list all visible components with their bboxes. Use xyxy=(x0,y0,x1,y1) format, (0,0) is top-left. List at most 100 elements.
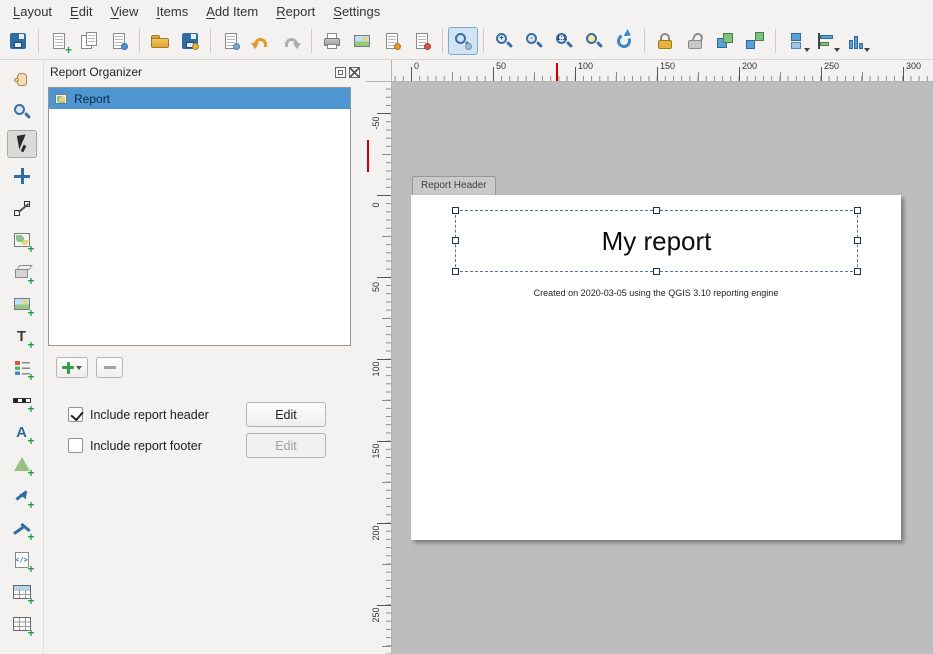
report-settings-icon xyxy=(220,30,242,52)
include-header-checkbox[interactable] xyxy=(68,407,83,422)
zoom-tool-icon xyxy=(11,101,33,123)
selection-handle[interactable] xyxy=(854,268,861,275)
menu-report[interactable]: Report xyxy=(267,1,324,22)
refresh-view-button[interactable] xyxy=(609,27,639,55)
save-project-button[interactable] xyxy=(3,27,33,55)
report-header-tab: Report Header xyxy=(412,176,496,195)
add-label-icon: T+ xyxy=(11,325,33,347)
lock-selected-items-button[interactable] xyxy=(650,27,680,55)
selection-handle[interactable] xyxy=(452,268,459,275)
add-html-button[interactable]: </>+ xyxy=(7,546,37,574)
raise-selected-items-button[interactable] xyxy=(781,27,811,55)
load-from-template-button[interactable] xyxy=(145,27,175,55)
unlock-all-items-button[interactable] xyxy=(680,27,710,55)
redo-button[interactable] xyxy=(276,27,306,55)
move-content-tool-button[interactable] xyxy=(7,162,37,190)
menu-add-item[interactable]: Add Item xyxy=(197,1,267,22)
title-textbox[interactable]: My report xyxy=(455,210,858,272)
align-selected-items-button[interactable] xyxy=(811,27,841,55)
save-as-template-button[interactable] xyxy=(175,27,205,55)
ruler-label: 200 xyxy=(742,61,757,71)
duplicate-report-icon xyxy=(78,30,100,52)
toolbar-separator xyxy=(442,29,443,53)
report-page[interactable]: My report Created on 2020-03-05 using th… xyxy=(411,195,901,540)
ruler-tick xyxy=(903,67,904,81)
ruler-label: 0 xyxy=(368,196,384,214)
add-arrow-button[interactable]: + xyxy=(7,482,37,510)
add-legend-button[interactable]: + xyxy=(7,354,37,382)
group-items-button[interactable] xyxy=(710,27,740,55)
selection-handle[interactable] xyxy=(452,237,459,244)
dropdown-arrow-icon xyxy=(864,48,870,52)
ruler-label: 50 xyxy=(368,278,384,296)
zoom-in-button[interactable]: + xyxy=(489,27,519,55)
add-3d-map-button[interactable]: + xyxy=(7,258,37,286)
tree-item-report[interactable]: Report xyxy=(49,88,350,109)
print-icon xyxy=(321,30,343,52)
menu-edit[interactable]: Edit xyxy=(61,1,101,22)
toolbar-separator xyxy=(311,29,312,53)
add-attribute-table-button[interactable]: + xyxy=(7,578,37,606)
select-move-item-tool-button[interactable] xyxy=(7,130,37,158)
item-toolbar: + + + T+ + + A+ + + + </>+ + + xyxy=(0,60,44,654)
report-settings-button[interactable] xyxy=(216,27,246,55)
undo-button[interactable] xyxy=(246,27,276,55)
ruler-tick xyxy=(493,67,494,81)
selection-handle[interactable] xyxy=(653,268,660,275)
add-shape-button[interactable]: + xyxy=(7,450,37,478)
export-as-svg-button[interactable] xyxy=(377,27,407,55)
include-footer-checkbox[interactable] xyxy=(68,438,83,453)
dropdown-arrow-icon xyxy=(76,366,82,370)
add-map-icon: + xyxy=(11,229,33,251)
pan-tool-button[interactable] xyxy=(7,66,37,94)
print-button[interactable] xyxy=(317,27,347,55)
panel-close-icon[interactable] xyxy=(349,67,360,78)
zoom-tool-button[interactable] xyxy=(7,98,37,126)
edit-footer-button[interactable]: Edit xyxy=(246,433,326,458)
add-section-button[interactable] xyxy=(56,357,88,378)
menu-layout[interactable]: Layout xyxy=(4,1,61,22)
zoom-actual-icon: 1:1 xyxy=(553,30,575,52)
menu-view[interactable]: View xyxy=(101,1,147,22)
new-report-button[interactable]: + xyxy=(44,27,74,55)
refresh-view-icon xyxy=(613,30,635,52)
load-from-template-icon xyxy=(149,30,171,52)
edit-header-button[interactable]: Edit xyxy=(246,402,326,427)
ungroup-items-button[interactable] xyxy=(740,27,770,55)
report-subtitle-text: Created on 2020-03-05 using the QGIS 3.1… xyxy=(411,288,901,298)
report-manager-button[interactable] xyxy=(104,27,134,55)
export-as-image-button[interactable] xyxy=(347,27,377,55)
panel-float-icon[interactable] xyxy=(335,67,346,78)
menu-items[interactable]: Items xyxy=(147,1,197,22)
selection-handle[interactable] xyxy=(854,237,861,244)
zoom-out-button[interactable]: - xyxy=(519,27,549,55)
dropdown-arrow-icon xyxy=(804,48,810,52)
ruler-label: 200 xyxy=(368,524,384,542)
zoom-to-region-button[interactable] xyxy=(448,27,478,55)
distribute-selected-items-button[interactable] xyxy=(841,27,871,55)
export-as-pdf-button[interactable] xyxy=(407,27,437,55)
selection-handle[interactable] xyxy=(452,207,459,214)
remove-section-button[interactable] xyxy=(96,357,123,378)
zoom-actual-button[interactable]: 1:1 xyxy=(549,27,579,55)
add-picture-icon: + xyxy=(11,293,33,315)
tree-item-label: Report xyxy=(74,92,110,106)
duplicate-report-button[interactable] xyxy=(74,27,104,55)
add-node-item-button[interactable]: + xyxy=(7,514,37,542)
add-scalebar-button[interactable]: + xyxy=(7,386,37,414)
menubar: LayoutEditViewItemsAdd ItemReportSetting… xyxy=(0,0,933,23)
ruler-label: 300 xyxy=(906,61,921,71)
redo-icon xyxy=(280,30,302,52)
add-map-button[interactable]: + xyxy=(7,226,37,254)
selection-handle[interactable] xyxy=(854,207,861,214)
canvas-area: 050100150200250300 -50050100150200250 Re… xyxy=(366,60,933,654)
zoom-full-button[interactable] xyxy=(579,27,609,55)
add-fixed-table-button[interactable]: + xyxy=(7,610,37,638)
layout-viewport[interactable]: Report Header My report Created on 2020-… xyxy=(392,82,933,654)
add-picture-button[interactable]: + xyxy=(7,290,37,318)
add-north-arrow-button[interactable]: A+ xyxy=(7,418,37,446)
selection-handle[interactable] xyxy=(653,207,660,214)
add-label-button[interactable]: T+ xyxy=(7,322,37,350)
edit-nodes-tool-button[interactable] xyxy=(7,194,37,222)
menu-settings[interactable]: Settings xyxy=(324,1,389,22)
